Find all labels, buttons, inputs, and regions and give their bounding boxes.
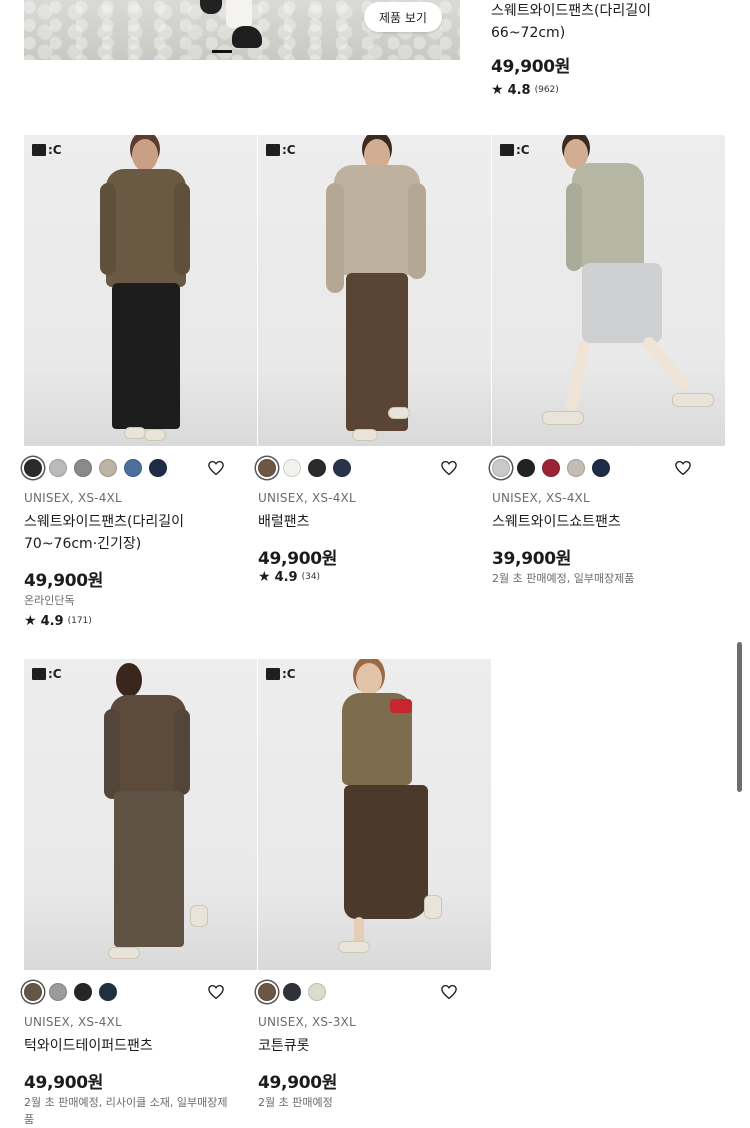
product-size-range: UNISEX, XS-4XL <box>492 491 590 505</box>
review-count: (962) <box>534 85 559 95</box>
product-image[interactable]: :C <box>24 659 257 970</box>
rating-value: 4.9 <box>274 569 298 585</box>
wishlist-heart-icon[interactable] <box>674 459 692 477</box>
brand-logo-mark <box>32 668 46 680</box>
brand-logo-text: :C <box>48 667 62 681</box>
color-swatch[interactable] <box>24 459 42 477</box>
color-swatch[interactable] <box>49 459 67 477</box>
product-rating: ★ 4.9 (171) <box>24 613 92 629</box>
color-swatch[interactable] <box>149 459 167 477</box>
product-name[interactable]: 턱와이드테이퍼드팬츠 <box>24 1035 234 1057</box>
color-swatches <box>258 459 351 477</box>
brand-logo-mark <box>266 668 280 680</box>
wishlist-heart-icon[interactable] <box>207 983 225 1001</box>
color-swatch[interactable] <box>74 983 92 1001</box>
product-size-range: UNISEX, XS-3XL <box>258 1015 356 1029</box>
product-price: 39,900원 <box>492 549 572 569</box>
wishlist-heart-icon[interactable] <box>207 459 225 477</box>
product-image[interactable]: :C <box>258 659 491 970</box>
star-icon: ★ <box>258 569 271 585</box>
brand-logo-mark <box>32 144 46 156</box>
product-rating: ★ 4.9 (34) <box>258 569 320 585</box>
brand-logo-text: :C <box>282 143 296 157</box>
product-note: 2월 초 판매예정, 일부매장제품 <box>492 572 635 585</box>
rating-value: 4.8 <box>507 82 531 98</box>
brand-logo-text: :C <box>48 143 62 157</box>
color-swatches <box>492 459 610 477</box>
color-swatch[interactable] <box>567 459 585 477</box>
product-name[interactable]: 스웨트와이드팬츠(다리길이 70~76cm·긴기장) <box>24 511 234 555</box>
model-figure <box>326 135 426 446</box>
brand-logo: :C <box>266 143 296 157</box>
product-name[interactable]: 코튼큐롯 <box>258 1035 468 1057</box>
brand-logo: :C <box>266 667 296 681</box>
star-icon: ★ <box>491 82 504 98</box>
model-figure <box>542 135 714 446</box>
view-product-button[interactable]: 제품 보기 <box>364 2 442 32</box>
wishlist-heart-icon[interactable] <box>440 983 458 1001</box>
banner-shoe <box>232 26 262 48</box>
product-note: 2월 초 판매예정, 리사이클 소재, 일부매장제품 <box>24 1096 228 1126</box>
color-swatch[interactable] <box>99 983 117 1001</box>
product-price: 49,900원 <box>24 571 104 591</box>
product-price: 49,900원 <box>491 57 571 77</box>
color-swatches <box>258 983 326 1001</box>
banner-leg <box>226 0 252 28</box>
color-swatch[interactable] <box>258 459 276 477</box>
color-swatch[interactable] <box>258 983 276 1001</box>
color-swatch[interactable] <box>74 459 92 477</box>
brand-logo-mark <box>500 144 514 156</box>
product-price: 49,900원 <box>258 1073 338 1093</box>
color-swatch[interactable] <box>308 459 326 477</box>
carousel-indicator[interactable] <box>212 50 232 53</box>
product-image[interactable]: :C <box>258 135 491 446</box>
model-figure <box>328 659 448 970</box>
product-image[interactable]: :C <box>24 135 257 446</box>
product-name[interactable]: 스웨트와이드팬츠(다리길이 66~72cm) <box>491 0 691 44</box>
brand-logo-mark <box>266 144 280 156</box>
scrollbar-thumb[interactable] <box>737 642 742 792</box>
top-product-info[interactable]: 스웨트와이드팬츠(다리길이 66~72cm) 49,900원 ★ 4.8 (96… <box>491 0 731 98</box>
color-swatch[interactable] <box>592 459 610 477</box>
product-size-range: UNISEX, XS-4XL <box>24 1015 122 1029</box>
color-swatch[interactable] <box>24 983 42 1001</box>
star-icon: ★ <box>24 613 37 629</box>
rating-value: 4.9 <box>40 613 64 629</box>
product-price: 49,900원 <box>24 1073 104 1093</box>
brand-logo: :C <box>32 667 62 681</box>
brand-logo-text: :C <box>282 667 296 681</box>
brand-logo-text: :C <box>516 143 530 157</box>
color-swatches <box>24 459 167 477</box>
color-swatch[interactable] <box>283 459 301 477</box>
wishlist-heart-icon[interactable] <box>440 459 458 477</box>
color-swatch[interactable] <box>49 983 67 1001</box>
color-swatch[interactable] <box>333 459 351 477</box>
model-figure <box>100 135 192 446</box>
product-price: 49,900원 <box>258 549 338 569</box>
product-note: 2월 초 판매예정 <box>258 1096 333 1109</box>
color-swatch[interactable] <box>492 459 510 477</box>
product-note: 온라인단독 <box>24 594 75 607</box>
product-rating: ★ 4.8 (962) <box>491 82 731 98</box>
brand-logo: :C <box>500 143 530 157</box>
review-count: (34) <box>301 572 321 582</box>
brand-logo: :C <box>32 143 62 157</box>
model-figure <box>94 659 214 970</box>
color-swatch[interactable] <box>124 459 142 477</box>
color-swatch[interactable] <box>283 983 301 1001</box>
color-swatch[interactable] <box>308 983 326 1001</box>
banner-image[interactable]: 제품 보기 <box>24 0 460 60</box>
color-swatches <box>24 983 117 1001</box>
product-size-range: UNISEX, XS-4XL <box>24 491 122 505</box>
review-count: (171) <box>67 616 92 626</box>
product-name[interactable]: 스웨트와이드쇼트팬츠 <box>492 511 722 533</box>
color-swatch[interactable] <box>517 459 535 477</box>
product-image[interactable]: :C <box>492 135 725 446</box>
product-size-range: UNISEX, XS-4XL <box>258 491 356 505</box>
color-swatch[interactable] <box>542 459 560 477</box>
color-swatch[interactable] <box>99 459 117 477</box>
product-name[interactable]: 배럴팬츠 <box>258 511 468 533</box>
